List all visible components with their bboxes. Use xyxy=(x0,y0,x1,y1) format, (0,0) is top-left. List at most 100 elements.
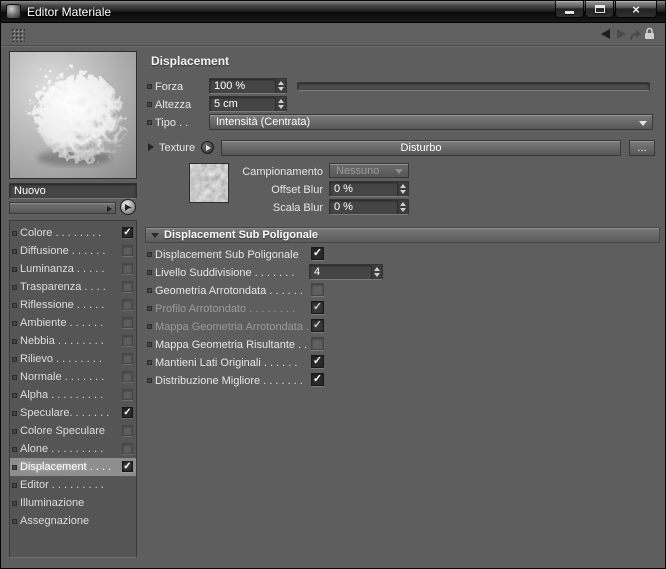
channel-checkbox[interactable] xyxy=(122,353,133,364)
sidebar-item-ambiente[interactable]: Ambiente . . . . . . xyxy=(10,314,136,332)
spin-up-icon[interactable] xyxy=(278,81,284,85)
page-title: Displacement xyxy=(151,54,230,68)
channel-checkbox[interactable] xyxy=(122,389,133,400)
stepper[interactable] xyxy=(275,79,286,93)
jump-arrow-icon[interactable] xyxy=(629,28,642,46)
sidebar-item-rilievo[interactable]: Rilievo . . . . . . . . xyxy=(10,350,136,368)
stepper[interactable] xyxy=(275,97,286,111)
forza-slider[interactable] xyxy=(297,82,650,91)
channel-checkbox[interactable] xyxy=(122,245,133,256)
channel-checkbox[interactable] xyxy=(122,263,133,274)
channel-checkbox[interactable] xyxy=(122,425,133,436)
sidebar-item-nebbia[interactable]: Nebbia . . . . . . . . xyxy=(10,332,136,350)
drag-handle-icon[interactable] xyxy=(11,28,25,42)
sidebar-item-riflessione[interactable]: Riflessione . . . . . xyxy=(10,296,136,314)
anim-dot-icon[interactable] xyxy=(147,102,152,107)
channel-label: Rilievo . . . . . . . . xyxy=(20,353,102,365)
spin-up-icon[interactable] xyxy=(400,202,406,206)
forza-input[interactable]: 100 % xyxy=(209,78,287,94)
mantieni-lati-originali-checkbox[interactable]: ✓ xyxy=(311,355,324,368)
sub-poly-checkbox[interactable]: ✓ xyxy=(311,247,324,260)
channel-label: Colore Speculare xyxy=(20,425,105,437)
tipo-dropdown[interactable]: Intensità (Centrata) xyxy=(209,114,653,130)
offset-blur-input[interactable]: 0 % xyxy=(329,181,409,197)
texture-shader-button[interactable]: Disturbo xyxy=(221,140,621,156)
picker-button[interactable] xyxy=(120,199,136,215)
anim-dot-icon[interactable] xyxy=(147,342,152,347)
sidebar-item-trasparenza[interactable]: Trasparenza . . . . xyxy=(10,278,136,296)
altezza-input[interactable]: 5 cm xyxy=(209,96,287,112)
channel-checkbox[interactable] xyxy=(122,443,133,454)
minimize-button[interactable] xyxy=(555,1,584,18)
lock-icon[interactable] xyxy=(644,27,655,45)
distribuzione-migliore-checkbox[interactable]: ✓ xyxy=(311,373,324,386)
preview-size-button[interactable] xyxy=(9,202,116,214)
sidebar-item-colore[interactable]: Colore . . . . . . . . ✓ xyxy=(10,224,136,242)
nav-forward-icon[interactable] xyxy=(617,29,626,39)
stepper[interactable] xyxy=(397,200,408,214)
texture-expand-button[interactable] xyxy=(201,141,214,154)
sidebar-item-diffusione[interactable]: Diffusione . . . . . . xyxy=(10,242,136,260)
stepper[interactable] xyxy=(371,265,382,279)
campionamento-value: Nessuno xyxy=(336,164,380,177)
sidebar-item-assegnazione[interactable]: Assegnazione xyxy=(10,512,136,530)
spin-down-icon[interactable] xyxy=(278,87,284,91)
channel-dot-icon xyxy=(12,249,17,254)
maximize-button[interactable] xyxy=(585,1,614,18)
spin-up-icon[interactable] xyxy=(374,267,380,271)
campionamento-dropdown: Nessuno xyxy=(329,163,409,178)
channel-checkbox[interactable] xyxy=(122,317,133,328)
anim-dot-icon[interactable] xyxy=(147,252,152,257)
channel-label: Nebbia . . . . . . . . xyxy=(20,335,104,347)
sidebar-item-luminanza[interactable]: Luminanza . . . . . xyxy=(10,260,136,278)
section-displacement-sub-poligonale[interactable]: Displacement Sub Poligonale xyxy=(145,227,660,243)
app-icon xyxy=(6,4,21,19)
material-name-field[interactable]: Nuovo xyxy=(9,183,137,199)
spin-down-icon[interactable] xyxy=(374,273,380,277)
stepper[interactable] xyxy=(397,182,408,196)
channel-checkbox[interactable] xyxy=(122,299,133,310)
sidebar-item-normale[interactable]: Normale . . . . . . . xyxy=(10,368,136,386)
texture-browse-button[interactable]: ... xyxy=(629,140,655,156)
channel-checkbox[interactable]: ✓ xyxy=(122,227,133,238)
sidebar-item-alpha[interactable]: Alpha . . . . . . . . . xyxy=(10,386,136,404)
close-button[interactable]: × xyxy=(615,1,657,18)
spin-up-icon[interactable] xyxy=(278,99,284,103)
anim-dot-icon[interactable] xyxy=(147,378,152,383)
anim-dot-icon[interactable] xyxy=(147,84,152,89)
anim-dot-icon[interactable] xyxy=(147,360,152,365)
channel-checkbox[interactable] xyxy=(122,281,133,292)
spin-up-icon[interactable] xyxy=(400,184,406,188)
anim-dot-icon[interactable] xyxy=(147,324,152,329)
sidebar-item-displacement[interactable]: Displacement . . . . ✓ xyxy=(10,458,136,476)
material-preview[interactable] xyxy=(9,51,137,179)
channel-checkbox[interactable] xyxy=(122,371,133,382)
anim-dot-icon[interactable] xyxy=(147,270,152,275)
anim-dot-icon[interactable] xyxy=(147,288,152,293)
forza-value: 100 % xyxy=(214,80,246,92)
sidebar-item-speculare[interactable]: Speculare. . . . . . . ✓ xyxy=(10,404,136,422)
sidebar-item-editor[interactable]: Editor . . . . . . . . . xyxy=(10,476,136,494)
row-label: Displacement Sub Poligonale xyxy=(155,249,299,261)
channel-label: Colore . . . . . . . . xyxy=(20,227,102,239)
sidebar-item-colore-speculare[interactable]: Colore Speculare xyxy=(10,422,136,440)
sidebar-item-alone[interactable]: Alone . . . . . . . . . xyxy=(10,440,136,458)
geometria-arrotondata-checkbox[interactable] xyxy=(311,283,324,296)
mappa-geometria-risultante-checkbox[interactable] xyxy=(311,337,324,350)
channel-dot-icon xyxy=(12,285,17,290)
livello-suddivisione-input[interactable]: 4 xyxy=(309,264,383,280)
sidebar-item-illuminazione[interactable]: Illuminazione xyxy=(10,494,136,512)
channel-dot-icon xyxy=(12,231,17,236)
anim-dot-icon[interactable] xyxy=(147,306,152,311)
spin-down-icon[interactable] xyxy=(278,105,284,109)
spin-down-icon[interactable] xyxy=(400,190,406,194)
spin-down-icon[interactable] xyxy=(400,208,406,212)
channel-checkbox[interactable]: ✓ xyxy=(122,461,133,472)
disclosure-triangle-icon[interactable] xyxy=(148,143,154,151)
toolbar xyxy=(2,23,664,46)
channel-checkbox[interactable]: ✓ xyxy=(122,407,133,418)
nav-back-icon[interactable] xyxy=(601,29,610,39)
channel-checkbox[interactable] xyxy=(122,335,133,346)
anim-dot-icon[interactable] xyxy=(147,120,152,125)
scala-blur-input[interactable]: 0 % xyxy=(329,199,409,215)
